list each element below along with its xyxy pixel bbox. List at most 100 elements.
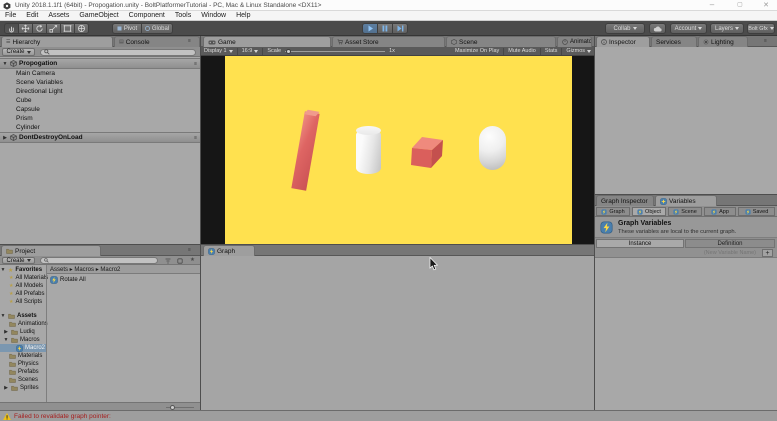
- breadcrumb[interactable]: Assets ▸ Macros ▸ Macro2: [50, 266, 120, 273]
- menu-help[interactable]: Help: [236, 12, 250, 19]
- gizmos-dropdown[interactable]: Gizmos: [566, 48, 591, 54]
- scope-tab-graph[interactable]: Graph: [596, 207, 630, 216]
- maximize-button[interactable]: ▢: [730, 1, 750, 10]
- splitter-vertical-right[interactable]: [594, 36, 595, 410]
- splitter-horizontal-right[interactable]: [594, 194, 777, 195]
- slider-knob[interactable]: [286, 49, 291, 54]
- menu-gameobject[interactable]: GameObject: [79, 12, 118, 19]
- assets-root[interactable]: ▼Assets: [0, 312, 46, 320]
- pivot-toggle-button[interactable]: Pivot: [112, 23, 142, 34]
- project-create-button[interactable]: Create: [2, 257, 35, 264]
- dontdestroyonload-row[interactable]: ▶ DontDestroyOnLoad ≡: [0, 132, 201, 143]
- tab-game[interactable]: Game: [203, 36, 331, 47]
- move-tool-button[interactable]: [18, 23, 33, 34]
- aspect-dropdown[interactable]: 16:9: [242, 48, 259, 54]
- pause-button[interactable]: [377, 23, 393, 34]
- tab-graph[interactable]: Graph: [203, 245, 255, 256]
- scene-menu-icon[interactable]: ≡: [194, 61, 197, 67]
- folder-macros[interactable]: ▼Macros: [0, 336, 46, 344]
- hierarchy-item-capsule[interactable]: Capsule: [0, 105, 201, 114]
- menu-component[interactable]: Component: [129, 12, 165, 19]
- scope-tab-object[interactable]: Object: [632, 207, 666, 216]
- hierarchy-search[interactable]: [40, 49, 196, 56]
- tab-services[interactable]: Services: [651, 36, 697, 47]
- tab-graph-inspector[interactable]: Graph Inspector: [596, 195, 654, 206]
- tab-variables[interactable]: Variables: [655, 195, 717, 206]
- hierarchy-item-directional-light[interactable]: Directional Light: [0, 87, 201, 96]
- tab-inspector[interactable]: Inspector: [596, 36, 650, 47]
- add-variable-button[interactable]: +: [762, 249, 773, 257]
- folder-sprites[interactable]: ▶Sprites: [0, 384, 46, 392]
- scale-slider[interactable]: [285, 48, 385, 55]
- foldout-open-icon[interactable]: ▼: [3, 337, 9, 343]
- folder-physics[interactable]: Physics: [0, 360, 46, 368]
- hierarchy-create-button[interactable]: Create: [2, 48, 35, 56]
- tab-hierarchy[interactable]: ☰ Hierarchy: [1, 36, 113, 47]
- foldout-closed-icon[interactable]: ▶: [2, 135, 8, 141]
- tab-project[interactable]: Project: [1, 245, 101, 256]
- foldout-open-icon[interactable]: ▼: [0, 267, 6, 273]
- panel-menu-icon[interactable]: ≡: [188, 38, 191, 44]
- minimize-button[interactable]: –: [702, 1, 722, 10]
- folder-materials[interactable]: Materials: [0, 352, 46, 360]
- folder-prefabs[interactable]: Prefabs: [0, 368, 46, 376]
- folder-ludiq[interactable]: ▶Ludiq: [0, 328, 46, 336]
- foldout-open-icon[interactable]: ▼: [0, 313, 6, 319]
- global-toggle-button[interactable]: Global: [141, 23, 173, 34]
- hierarchy-item-main-camera[interactable]: Main Camera: [0, 69, 201, 78]
- scope-tab-scene[interactable]: Scene: [668, 207, 702, 216]
- display-dropdown[interactable]: Display 1: [204, 48, 233, 54]
- statusbar[interactable]: Failed to revalidate graph pointer:: [0, 410, 777, 421]
- layout-button[interactable]: Bolt Gfx: [747, 23, 775, 34]
- mode-tab-instance[interactable]: Instance: [596, 239, 684, 248]
- search-by-label-icon[interactable]: [177, 258, 183, 264]
- stats-toggle[interactable]: Stats: [545, 48, 558, 54]
- folder-scenes[interactable]: Scenes: [0, 376, 46, 384]
- menu-edit[interactable]: Edit: [26, 12, 38, 19]
- step-button[interactable]: [392, 23, 408, 34]
- hierarchy-search-input[interactable]: [51, 49, 192, 55]
- layers-button[interactable]: Layers: [710, 23, 744, 34]
- thumbnail-slider-knob[interactable]: [170, 405, 175, 410]
- favorite-all-models[interactable]: ★All Models: [0, 282, 46, 290]
- project-column-divider[interactable]: [46, 265, 47, 402]
- scope-tab-saved[interactable]: Saved: [738, 207, 775, 216]
- asset-item-rotate-all[interactable]: Rotate All: [50, 276, 190, 284]
- scope-tab-app[interactable]: App: [704, 207, 736, 216]
- menu-file[interactable]: File: [5, 12, 16, 19]
- tab-scene[interactable]: Scene: [446, 36, 556, 47]
- hand-tool-button[interactable]: [4, 23, 19, 34]
- menu-window[interactable]: Window: [201, 12, 226, 19]
- favorite-all-scripts[interactable]: ★All Scripts: [0, 298, 46, 306]
- graph-canvas[interactable]: [201, 256, 594, 410]
- favorite-all-materials[interactable]: ★All Materials: [0, 274, 46, 282]
- favorite-search-icon[interactable]: ★: [190, 257, 195, 263]
- scene-header-row[interactable]: ▼ Propogation ≡: [0, 58, 201, 69]
- scale-tool-button[interactable]: [46, 23, 61, 34]
- account-button[interactable]: Account: [670, 23, 707, 34]
- project-search-input[interactable]: [50, 257, 154, 263]
- tab-asset-store[interactable]: Asset Store: [332, 36, 445, 47]
- scene-menu-icon[interactable]: ≡: [194, 135, 197, 141]
- favorite-all-prefabs[interactable]: ★All Prefabs: [0, 290, 46, 298]
- rotate-tool-button[interactable]: [32, 23, 47, 34]
- hierarchy-item-scene-variables[interactable]: Scene Variables: [0, 78, 201, 87]
- menu-tools[interactable]: Tools: [175, 12, 191, 19]
- hierarchy-item-cylinder[interactable]: Cylinder: [0, 123, 201, 132]
- panel-menu-icon[interactable]: ≡: [764, 38, 767, 44]
- cloud-button[interactable]: [649, 23, 666, 34]
- rect-tool-button[interactable]: [60, 23, 75, 34]
- splitter-horizontal-left[interactable]: [0, 244, 594, 245]
- collab-button[interactable]: Collab: [605, 23, 645, 34]
- hierarchy-item-cube[interactable]: Cube: [0, 96, 201, 105]
- panel-menu-icon[interactable]: ≡: [188, 247, 191, 253]
- game-render-area[interactable]: [225, 56, 572, 245]
- project-search[interactable]: [40, 257, 158, 264]
- foldout-closed-icon[interactable]: ▶: [3, 329, 9, 335]
- maximize-on-play-toggle[interactable]: Maximize On Play: [455, 48, 499, 54]
- new-variable-input[interactable]: [598, 250, 758, 257]
- play-button[interactable]: [362, 23, 378, 34]
- menu-assets[interactable]: Assets: [48, 12, 69, 19]
- asset-macro2-selected[interactable]: Macro2: [0, 344, 46, 352]
- close-button[interactable]: ✕: [758, 1, 774, 10]
